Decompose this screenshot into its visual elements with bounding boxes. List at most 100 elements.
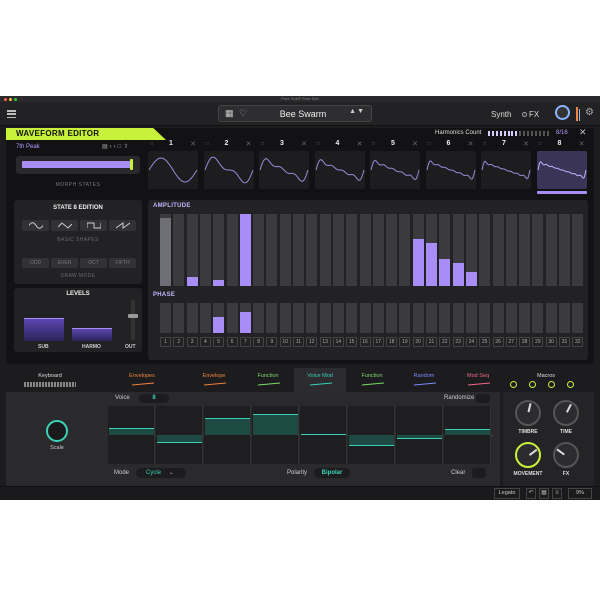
state-slot-4[interactable]: □ 4 ✕ bbox=[314, 140, 366, 194]
state-waveform[interactable] bbox=[314, 151, 365, 189]
state-lock-icon[interactable]: □ bbox=[206, 141, 209, 147]
state-close-icon[interactable]: ✕ bbox=[468, 140, 474, 148]
phase-slider[interactable] bbox=[266, 303, 278, 333]
amplitude-slider[interactable] bbox=[253, 214, 265, 286]
voice-step[interactable] bbox=[252, 406, 299, 464]
state-slot-6[interactable]: □ 6 ✕ bbox=[425, 140, 477, 194]
phase-slider[interactable] bbox=[319, 303, 331, 333]
state-waveform[interactable] bbox=[481, 151, 531, 189]
phase-slider[interactable] bbox=[572, 303, 584, 333]
amplitude-slider[interactable] bbox=[319, 214, 331, 286]
macro-knob-fx[interactable] bbox=[553, 442, 579, 468]
macro-knob-movement[interactable] bbox=[515, 442, 541, 468]
morph-slider-handle[interactable] bbox=[130, 159, 134, 170]
state-slot-8[interactable]: □ 8 ✕ bbox=[536, 140, 588, 194]
amplitude-slider[interactable] bbox=[359, 214, 371, 286]
phase-slider[interactable] bbox=[426, 303, 437, 333]
amplitude-slider[interactable] bbox=[239, 214, 251, 286]
phase-slider[interactable] bbox=[239, 303, 251, 333]
scale-knob[interactable] bbox=[46, 420, 68, 442]
phase-slider[interactable] bbox=[492, 303, 504, 333]
phase-slider[interactable] bbox=[479, 303, 491, 333]
amplitude-slider[interactable] bbox=[226, 214, 238, 286]
macro-knob-time[interactable] bbox=[553, 400, 579, 426]
amplitude-slider[interactable] bbox=[452, 214, 464, 286]
phase-slider[interactable] bbox=[399, 303, 411, 333]
master-volume-knob[interactable] bbox=[555, 105, 570, 120]
voice-step[interactable] bbox=[156, 406, 203, 464]
phase-slider[interactable] bbox=[359, 303, 371, 333]
macro-knob-timbre[interactable] bbox=[515, 400, 541, 426]
amplitude-slider[interactable] bbox=[399, 214, 411, 286]
phase-slider[interactable] bbox=[160, 303, 171, 333]
voice-step[interactable] bbox=[444, 406, 491, 464]
phase-slider[interactable] bbox=[439, 303, 451, 333]
state-lock-icon[interactable]: □ bbox=[261, 141, 264, 147]
phase-slider[interactable] bbox=[253, 303, 265, 333]
phase-slider[interactable] bbox=[199, 303, 211, 333]
amplitude-slider[interactable] bbox=[306, 214, 318, 286]
state-close-icon[interactable]: ✕ bbox=[190, 140, 196, 148]
voice-step[interactable] bbox=[348, 406, 395, 464]
phase-slider[interactable] bbox=[226, 303, 238, 333]
draw-mode-odd[interactable]: ODD bbox=[22, 258, 49, 268]
out-fader-handle[interactable] bbox=[128, 314, 138, 319]
state-waveform[interactable] bbox=[425, 151, 476, 189]
harmo-level-bar[interactable] bbox=[72, 329, 112, 341]
phase-slider[interactable] bbox=[306, 303, 318, 333]
phase-slider[interactable] bbox=[412, 303, 424, 333]
draw-mode-fifth[interactable]: FIFTH bbox=[109, 258, 136, 268]
amplitude-slider[interactable] bbox=[386, 214, 398, 286]
amplitude-slider[interactable] bbox=[545, 214, 557, 286]
phase-slider[interactable] bbox=[519, 303, 531, 333]
phase-slider[interactable] bbox=[279, 303, 291, 333]
state-close-icon[interactable]: ✕ bbox=[301, 140, 307, 148]
tab-envelope[interactable]: Envelope bbox=[188, 368, 240, 392]
morph-slider[interactable] bbox=[16, 156, 140, 174]
state-close-icon[interactable]: ✕ bbox=[357, 140, 363, 148]
tab-function[interactable]: Function bbox=[346, 368, 398, 392]
state-lock-icon[interactable]: □ bbox=[428, 141, 431, 147]
state-close-icon[interactable]: ✕ bbox=[523, 140, 529, 148]
mode-dropdown[interactable]: Cycle ⌄ bbox=[136, 468, 186, 478]
draw-mode-oct[interactable]: OCT bbox=[80, 258, 107, 268]
morph-tool-icons[interactable]: ▤‹›□⇧ bbox=[102, 143, 130, 150]
midi-icon[interactable]: ≡ bbox=[552, 488, 562, 499]
phase-slider[interactable] bbox=[372, 303, 384, 333]
amplitude-slider[interactable] bbox=[160, 214, 171, 286]
state-slot-7[interactable]: □ 7 ✕ bbox=[480, 140, 532, 194]
close-editor-icon[interactable]: ✕ bbox=[579, 127, 587, 138]
state-close-icon[interactable]: ✕ bbox=[246, 140, 252, 148]
tab-voice-mod[interactable]: Voice Mod bbox=[294, 368, 346, 392]
amplitude-slider[interactable] bbox=[465, 214, 477, 286]
voice-step[interactable] bbox=[396, 406, 443, 464]
voice-step[interactable] bbox=[108, 406, 155, 464]
state-lock-icon[interactable]: □ bbox=[150, 141, 153, 147]
amplitude-slider[interactable] bbox=[426, 214, 437, 286]
menu-icon[interactable] bbox=[7, 110, 16, 119]
amplitude-slider[interactable] bbox=[266, 214, 278, 286]
sub-level-bar[interactable] bbox=[24, 319, 64, 341]
amplitude-slider[interactable] bbox=[279, 214, 291, 286]
morph-preset-name[interactable]: 7th Peak bbox=[16, 144, 40, 150]
preset-name[interactable]: Bee Swarm bbox=[259, 109, 347, 119]
tab-macros[interactable]: Macros bbox=[510, 368, 574, 392]
tab-random[interactable]: Random bbox=[398, 368, 450, 392]
state-lock-icon[interactable]: □ bbox=[317, 141, 320, 147]
tab-keyboard[interactable]: Keyboard bbox=[24, 368, 76, 392]
state-close-icon[interactable]: ✕ bbox=[579, 140, 585, 148]
heart-icon[interactable]: ♡ bbox=[239, 108, 247, 119]
state-slot-5[interactable]: □ 5 ✕ bbox=[369, 140, 421, 194]
phase-slider[interactable] bbox=[293, 303, 304, 333]
state-lock-icon[interactable]: □ bbox=[372, 141, 375, 147]
phase-slider[interactable] bbox=[173, 303, 185, 333]
phase-slider[interactable] bbox=[452, 303, 464, 333]
state-slot-2[interactable]: □ 2 ✕ bbox=[203, 140, 255, 194]
amplitude-slider[interactable] bbox=[505, 214, 517, 286]
fx-tab[interactable]: FX bbox=[522, 110, 539, 119]
amplitude-slider[interactable] bbox=[332, 214, 344, 286]
keyboard-icon[interactable]: ▦ bbox=[539, 488, 549, 499]
tab-function[interactable]: Function bbox=[242, 368, 294, 392]
phase-slider[interactable] bbox=[559, 303, 570, 333]
saw-shape-button[interactable] bbox=[109, 220, 136, 231]
